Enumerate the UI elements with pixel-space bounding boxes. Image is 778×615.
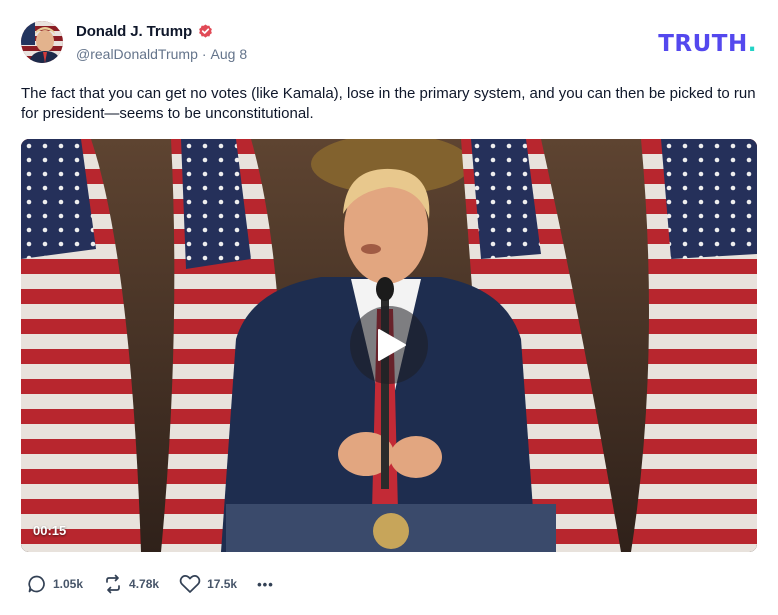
like-count: 17.5k bbox=[207, 577, 238, 591]
retruth-button[interactable]: 4.78k bbox=[103, 574, 159, 594]
author-name-row: Donald J. Trump bbox=[76, 23, 213, 40]
author-display-name[interactable]: Donald J. Trump bbox=[76, 23, 192, 40]
video-player[interactable]: 00:15 bbox=[21, 139, 757, 552]
reply-button[interactable]: 1.05k bbox=[27, 574, 83, 594]
author-meta: @realDonaldTrump · Aug 8 bbox=[76, 46, 247, 62]
logo-dot: . bbox=[747, 31, 757, 57]
post-actions: 1.05k 4.78k 17.5k ••• bbox=[27, 574, 294, 594]
reply-icon bbox=[28, 575, 45, 593]
post-date[interactable]: Aug 8 bbox=[211, 46, 248, 62]
author-handle[interactable]: @realDonaldTrump bbox=[76, 46, 198, 62]
avatar[interactable] bbox=[21, 21, 63, 63]
more-options-button[interactable]: ••• bbox=[257, 577, 274, 592]
heart-icon bbox=[179, 575, 201, 593]
like-button[interactable]: 17.5k bbox=[179, 574, 237, 594]
retruth-count: 4.78k bbox=[129, 577, 160, 591]
play-button[interactable] bbox=[350, 306, 428, 384]
truth-social-logo[interactable]: TRUTH. bbox=[658, 31, 757, 57]
retruth-icon bbox=[106, 574, 120, 594]
verified-badge-icon bbox=[199, 24, 212, 38]
logo-word: TRUTH bbox=[658, 31, 748, 57]
reply-count: 1.05k bbox=[53, 577, 84, 591]
avatar-image bbox=[21, 21, 63, 63]
play-icon bbox=[378, 329, 406, 361]
more-icon: ••• bbox=[257, 576, 274, 592]
post-text: The fact that you can get no votes (like… bbox=[21, 85, 756, 122]
video-duration: 00:15 bbox=[33, 523, 67, 538]
meta-separator: · bbox=[201, 46, 207, 62]
post-card: Donald J. Trump @realDonaldTrump · Aug 8… bbox=[0, 0, 778, 615]
